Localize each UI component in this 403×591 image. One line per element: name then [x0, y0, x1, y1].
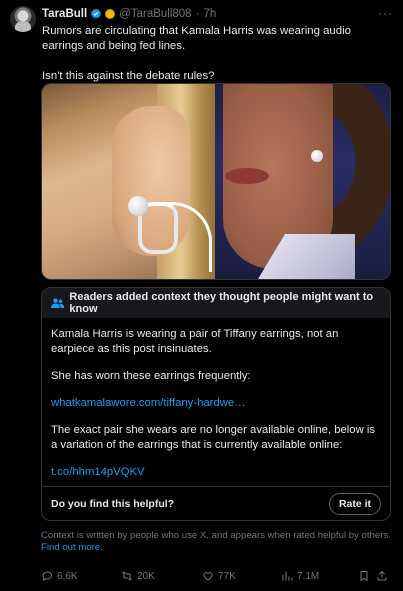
people-icon	[51, 298, 65, 309]
reply-count: 6.6K	[57, 570, 78, 582]
reply-icon	[42, 571, 53, 582]
community-note-title: Readers added context they thought peopl…	[69, 291, 374, 315]
rate-it-button[interactable]: Rate it	[329, 492, 381, 515]
post-time[interactable]: 7h	[203, 8, 216, 20]
note-paragraph-3: The exact pair she wears are no longer a…	[51, 424, 376, 451]
tweet-text-line1: Rumors are circulating that Kamala Harri…	[42, 25, 351, 52]
helpful-question: Do you find this helpful?	[51, 497, 175, 510]
tweet[interactable]: TaraBull @TaraBull808 · 7h ··· Rumors ar…	[0, 0, 403, 591]
separator-dot: ·	[195, 8, 200, 20]
community-note: Readers added context they thought peopl…	[41, 287, 391, 521]
repost-icon	[122, 571, 132, 581]
like-count: 77K	[218, 570, 236, 582]
repost-button[interactable]: 20K	[121, 570, 202, 582]
bookmark-icon	[360, 571, 368, 582]
find-out-more-link[interactable]: Find out more.	[41, 542, 103, 553]
community-note-body: Kamala Harris is wearing a pair of Tiffa…	[42, 318, 390, 480]
views-button[interactable]: 7.1M	[281, 570, 358, 582]
verified-badge-icon	[90, 8, 102, 20]
disclaimer-text: Context is written by people who use X, …	[41, 530, 391, 541]
more-icon[interactable]: ···	[378, 6, 393, 20]
bookmark-button[interactable]	[358, 570, 376, 582]
note-link-1[interactable]: whatkamalawore.com/tiffany-hardwe…	[51, 397, 245, 409]
views-icon	[282, 571, 293, 581]
earring-closeup-image[interactable]	[42, 84, 217, 279]
tweet-media[interactable]	[41, 83, 391, 280]
like-icon	[203, 571, 213, 581]
repost-count: 20K	[137, 570, 155, 582]
author-handle[interactable]: @TaraBull808	[119, 8, 191, 20]
share-icon	[377, 570, 387, 581]
reply-button[interactable]: 6.6K	[41, 570, 121, 582]
coin-icon	[105, 9, 116, 19]
lips-shape	[225, 168, 269, 184]
like-button[interactable]: 77K	[202, 570, 281, 582]
note-paragraph-1: Kamala Harris is wearing a pair of Tiffa…	[51, 328, 339, 355]
action-bar: 6.6K 20K 77K 7.1M	[41, 569, 391, 583]
views-count: 7.1M	[297, 570, 320, 582]
author-name[interactable]: TaraBull	[42, 8, 87, 20]
earring-pearl-shape	[311, 150, 323, 162]
author-avatar[interactable]	[10, 6, 36, 32]
tweet-text-line2: Isn't this against the debate rules?	[42, 70, 215, 82]
note-paragraph-2: She has worn these earrings frequently:	[51, 370, 251, 382]
note-disclaimer: Context is written by people who use X, …	[41, 530, 391, 554]
pearl-shape	[128, 196, 148, 216]
portrait-image[interactable]	[215, 84, 390, 279]
community-note-header: Readers added context they thought peopl…	[42, 288, 390, 318]
note-link-2[interactable]: t.co/hhm14pVQKV	[51, 466, 145, 478]
community-note-footer: Do you find this helpful? Rate it	[42, 486, 390, 520]
share-button[interactable]	[376, 570, 391, 582]
tweet-header: TaraBull @TaraBull808 · 7h ···	[42, 6, 393, 22]
